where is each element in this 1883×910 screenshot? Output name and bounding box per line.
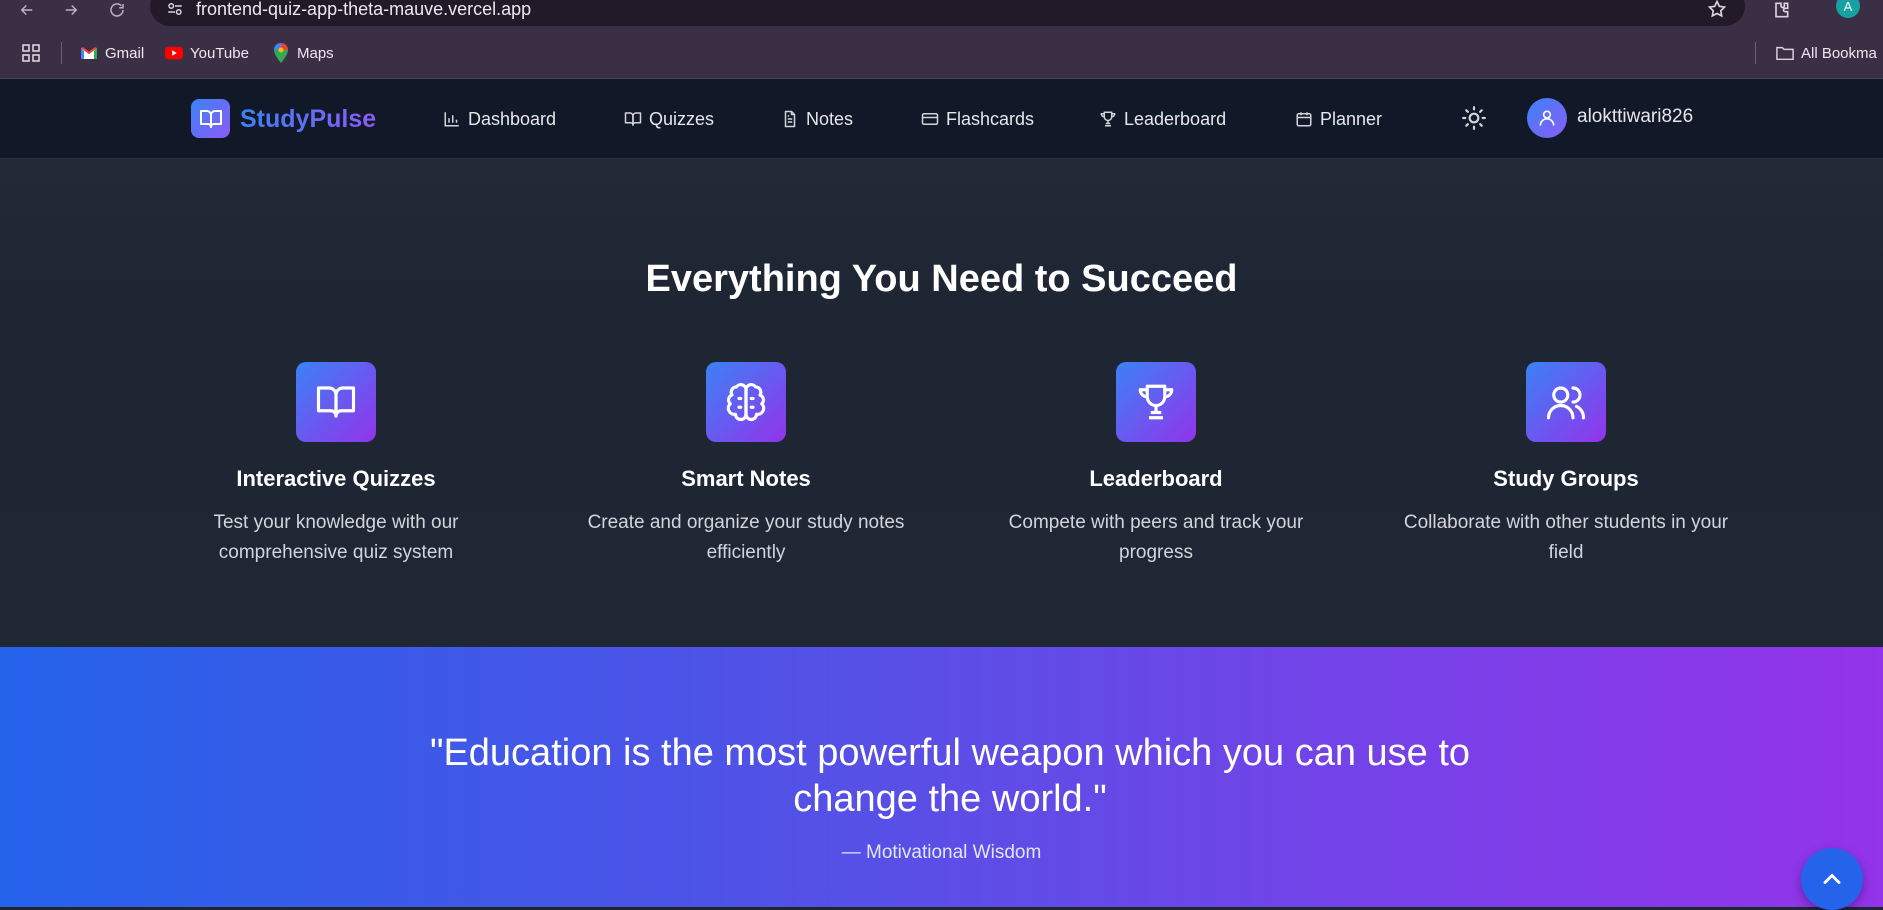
- feature-title: Study Groups: [1493, 466, 1639, 491]
- user-icon: [1539, 110, 1555, 126]
- nav-label: Dashboard: [468, 108, 557, 129]
- sun-icon[interactable]: [1461, 105, 1487, 131]
- users-icon: [1526, 362, 1606, 442]
- brand-name[interactable]: StudyPulse: [240, 103, 376, 135]
- youtube-icon: [165, 44, 183, 62]
- file-text-icon: [784, 110, 796, 128]
- bookmark-separator: [1755, 42, 1756, 64]
- open-book-icon: [624, 112, 642, 126]
- address-bar[interactable]: frontend-quiz-app-theta-mauve.vercel.app: [150, 0, 1745, 26]
- folder-icon: [1776, 44, 1794, 62]
- quote-text: "Education is the most powerful weapon w…: [429, 732, 1471, 820]
- bookmark-label: Maps: [297, 44, 334, 62]
- nav-label: Notes: [806, 108, 854, 129]
- browser-toolbar: frontend-quiz-app-theta-mauve.vercel.app…: [0, 0, 1883, 28]
- quote-section: "Education is the most powerful weapon w…: [0, 647, 1883, 907]
- nav-notes[interactable]: Notes: [781, 105, 853, 133]
- nav-flashcards[interactable]: Flashcards: [921, 105, 1034, 133]
- feature-description: Test your knowledge with our comprehensi…: [213, 512, 459, 563]
- credit-card-icon: [921, 113, 939, 125]
- url-text[interactable]: frontend-quiz-app-theta-mauve.vercel.app: [196, 0, 531, 18]
- apps-grid-icon: [22, 44, 40, 62]
- nav-label: Planner: [1320, 108, 1383, 129]
- bar-chart-icon: [444, 112, 459, 127]
- bookmark-youtube[interactable]: YouTube: [165, 28, 249, 78]
- gmail-icon: [80, 44, 98, 62]
- chevron-up-icon: [1823, 873, 1841, 884]
- features-section: Everything You Need to Succeed Interacti…: [0, 159, 1883, 647]
- all-bookmarks-label: All Bookma: [1801, 44, 1877, 62]
- bookmark-star-icon[interactable]: [1707, 0, 1727, 19]
- nav-quizzes[interactable]: Quizzes: [624, 105, 714, 133]
- open-book-icon: [199, 109, 222, 128]
- nav-planner[interactable]: Planner: [1295, 105, 1382, 133]
- forward-button[interactable]: [58, 0, 84, 20]
- bookmark-maps[interactable]: Maps: [272, 28, 334, 78]
- bookmarks-bar: Gmail YouTube Maps All Bookma: [0, 28, 1883, 79]
- back-button[interactable]: [14, 0, 40, 20]
- maps-icon: [272, 43, 290, 63]
- nav-label: Leaderboard: [1124, 108, 1227, 129]
- feature-card-study-groups: Study Groups Collaborate with other stud…: [1366, 362, 1766, 568]
- quote-author: — Motivational Wisdom: [841, 842, 1042, 863]
- trophy-icon: [1100, 111, 1116, 127]
- nav-dashboard[interactable]: Dashboard: [443, 105, 556, 133]
- all-bookmarks-button[interactable]: All Bookma: [1776, 28, 1877, 78]
- feature-title: Interactive Quizzes: [236, 466, 436, 491]
- site-settings-icon[interactable]: [166, 0, 184, 18]
- feature-description: Collaborate with other students in your …: [1403, 512, 1729, 563]
- extensions-icon[interactable]: [1770, 0, 1792, 20]
- trophy-icon: [1116, 362, 1196, 442]
- reload-button[interactable]: [104, 0, 130, 20]
- brand-logo[interactable]: [191, 99, 230, 138]
- nav-leaderboard[interactable]: Leaderboard: [1099, 105, 1226, 133]
- app-navbar: StudyPulse Dashboard Quizzes Notes Flash…: [0, 79, 1883, 159]
- feature-title: Leaderboard: [1089, 466, 1223, 491]
- feature-title: Smart Notes: [681, 466, 811, 491]
- bookmark-label: Gmail: [105, 44, 145, 62]
- reload-icon: [110, 3, 124, 17]
- profile-avatar[interactable]: A: [1836, 0, 1860, 18]
- section-title: Everything You Need to Succeed: [645, 258, 1238, 300]
- open-book-icon: [296, 362, 376, 442]
- brain-icon: [706, 362, 786, 442]
- feature-card-leaderboard: Leaderboard Compete with peers and track…: [956, 362, 1356, 568]
- feature-card-quizzes: Interactive Quizzes Test your knowledge …: [136, 362, 536, 568]
- scroll-to-top-button[interactable]: [1801, 848, 1863, 910]
- arrow-left-icon: [20, 4, 33, 16]
- calendar-icon: [1296, 112, 1312, 127]
- apps-button[interactable]: [22, 28, 47, 78]
- arrow-right-icon: [65, 4, 78, 16]
- nav-label: Quizzes: [649, 108, 715, 129]
- feature-description: Create and organize your study notes eff…: [587, 512, 905, 563]
- username[interactable]: alokttiwari826: [1577, 106, 1693, 128]
- nav-label: Flashcards: [946, 108, 1035, 129]
- bookmark-label: YouTube: [190, 44, 249, 62]
- feature-card-notes: Smart Notes Create and organize your stu…: [546, 362, 946, 568]
- bookmark-gmail[interactable]: Gmail: [80, 28, 144, 78]
- bookmark-separator: [61, 42, 62, 64]
- feature-description: Compete with peers and track your progre…: [1008, 512, 1304, 563]
- user-avatar[interactable]: [1527, 98, 1567, 138]
